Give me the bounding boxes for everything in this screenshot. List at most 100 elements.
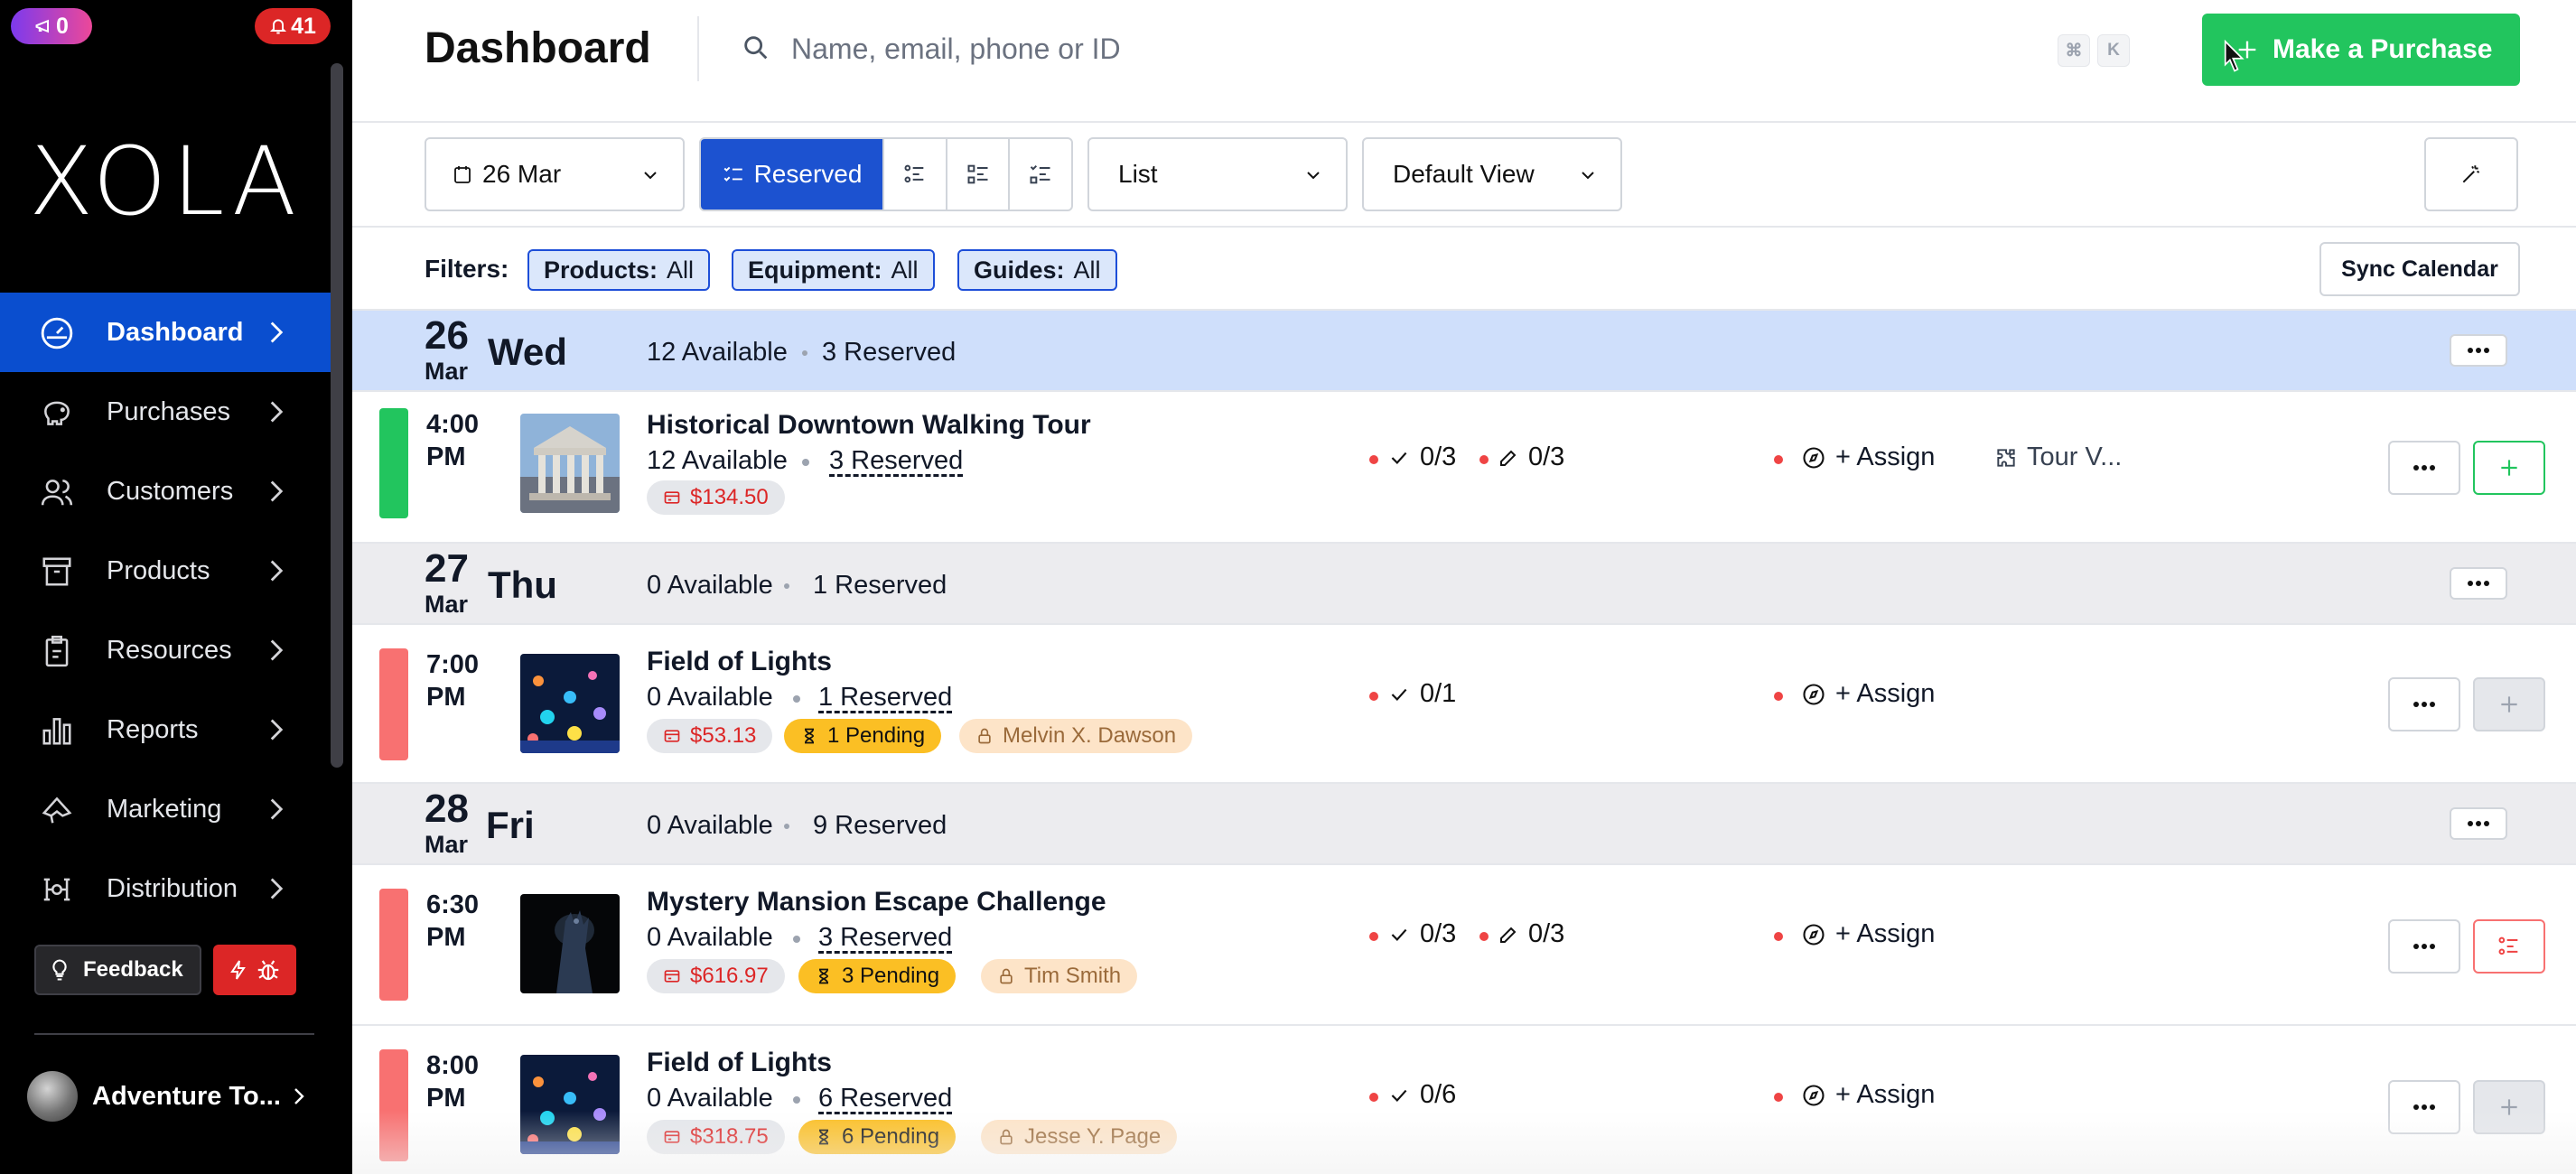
magic-wand-button[interactable] bbox=[2424, 137, 2518, 211]
hourglass-icon bbox=[818, 1129, 829, 1145]
sidebar-item-distribution[interactable]: Distribution bbox=[0, 849, 331, 928]
event-reserved-link[interactable]: 3 Reserved bbox=[818, 923, 952, 953]
sidebar-item-reports[interactable]: Reports bbox=[0, 690, 331, 769]
sidebar-item-resources[interactable]: Resources bbox=[0, 610, 331, 690]
manifest-button[interactable] bbox=[2473, 919, 2545, 974]
layout-select[interactable]: List bbox=[1087, 137, 1348, 211]
sidebar-item-label: Reports bbox=[107, 714, 199, 744]
price-badge: $616.97 bbox=[647, 959, 785, 993]
status-dot bbox=[1369, 1093, 1378, 1102]
day-more-button[interactable] bbox=[2450, 567, 2507, 600]
add-booking-button[interactable] bbox=[2473, 1080, 2545, 1134]
event-row[interactable]: 8:00 PM Field of Lights 0 Available 6 Re… bbox=[352, 1026, 2576, 1174]
more-horizontal-icon bbox=[2468, 581, 2489, 586]
sidebar-item-customers[interactable]: Customers bbox=[0, 452, 331, 531]
feedback-button[interactable]: Feedback bbox=[34, 945, 201, 995]
event-time-period: PM bbox=[426, 923, 466, 952]
account-switcher[interactable]: Adventure To... bbox=[27, 1071, 316, 1122]
checkin-count: 0/1 bbox=[1420, 679, 1457, 708]
hourglass-icon bbox=[804, 728, 815, 744]
points-badge[interactable]: 0 bbox=[11, 8, 92, 44]
filter-option-checked[interactable] bbox=[882, 139, 946, 210]
filter-chip-products[interactable]: Products: All bbox=[527, 249, 711, 291]
chevron-right-icon bbox=[270, 401, 284, 423]
filter-chip-equipment[interactable]: Equipment: All bbox=[732, 249, 935, 291]
guide-badge[interactable]: Tim Smith bbox=[981, 959, 1138, 993]
price-badge: $318.75 bbox=[647, 1120, 785, 1154]
event-thumbnail bbox=[520, 894, 620, 993]
sidebar-scrollbar[interactable] bbox=[331, 63, 343, 768]
event-thumbnail bbox=[520, 414, 620, 513]
event-available: 0 Available bbox=[647, 1084, 773, 1113]
event-title[interactable]: Field of Lights bbox=[647, 647, 832, 677]
report-bug-button[interactable] bbox=[213, 945, 296, 995]
filter-chip-name: Products: bbox=[544, 256, 658, 284]
tour-vehicle[interactable]: Tour V... bbox=[1994, 443, 2122, 472]
add-booking-button[interactable] bbox=[2473, 441, 2545, 495]
filter-chip-guides[interactable]: Guides: All bbox=[957, 249, 1117, 291]
waiver-status[interactable]: 0/3 bbox=[1498, 919, 1564, 949]
date-picker[interactable]: 26 Mar bbox=[425, 137, 685, 211]
search-icon bbox=[744, 36, 768, 60]
sidebar-item-dashboard[interactable]: Dashboard bbox=[0, 293, 331, 372]
assign-guide-button[interactable]: + Assign bbox=[1801, 679, 1935, 709]
assign-guide-button[interactable]: + Assign bbox=[1801, 1080, 1935, 1110]
sidebar-item-purchases[interactable]: Purchases bbox=[0, 372, 331, 452]
day-weekday: Fri bbox=[486, 804, 535, 846]
event-row[interactable]: 4:00 PM Historical Downtown Walking Tour… bbox=[352, 392, 2576, 544]
event-more-button[interactable] bbox=[2388, 919, 2460, 974]
notifications-badge[interactable]: 41 bbox=[255, 8, 331, 44]
saved-view-select[interactable]: Default View bbox=[1362, 137, 1622, 211]
assign-label: + Assign bbox=[1835, 679, 1936, 708]
event-row[interactable]: 7:00 PM Field of Lights 0 Available 1 Re… bbox=[352, 625, 2576, 784]
sidebar-item-label: Products bbox=[107, 555, 210, 585]
credit-card-icon bbox=[664, 491, 680, 504]
sidebar-item-marketing[interactable]: Marketing bbox=[0, 769, 331, 849]
day-more-button[interactable] bbox=[2450, 334, 2507, 367]
event-title[interactable]: Mystery Mansion Escape Challenge bbox=[647, 887, 1106, 918]
points-count: 0 bbox=[56, 13, 69, 39]
guide-badge[interactable]: Melvin X. Dawson bbox=[959, 719, 1193, 753]
make-purchase-button[interactable]: Make a Purchase bbox=[2202, 14, 2520, 86]
assign-guide-button[interactable]: + Assign bbox=[1801, 919, 1935, 949]
checkin-status[interactable]: 0/1 bbox=[1387, 679, 1456, 709]
list-check-icon bbox=[904, 164, 924, 183]
event-reserved-link[interactable]: 3 Reserved bbox=[829, 446, 963, 476]
event-more-button[interactable] bbox=[2388, 1080, 2460, 1134]
status-dot bbox=[1369, 932, 1378, 941]
day-more-button[interactable] bbox=[2450, 807, 2507, 840]
checkin-status[interactable]: 0/3 bbox=[1387, 919, 1456, 949]
sidebar-item-products[interactable]: Products bbox=[0, 531, 331, 610]
add-booking-button[interactable] bbox=[2473, 677, 2545, 731]
pending-badge[interactable]: 3 Pending bbox=[798, 959, 957, 993]
event-reserved-link[interactable]: 6 Reserved bbox=[818, 1084, 952, 1113]
assign-guide-button[interactable]: + Assign bbox=[1801, 443, 1935, 472]
event-reserved-link[interactable]: 1 Reserved bbox=[818, 683, 952, 713]
checkin-status[interactable]: 0/3 bbox=[1387, 443, 1456, 472]
event-more-button[interactable] bbox=[2388, 677, 2460, 731]
event-row[interactable]: 6:30 PM Mystery Mansion Escape Challenge… bbox=[352, 865, 2576, 1026]
credit-card-icon bbox=[664, 970, 680, 983]
event-title[interactable]: Field of Lights bbox=[647, 1048, 832, 1078]
reserved-filter-button[interactable]: Reserved bbox=[701, 139, 882, 210]
pending-badge[interactable]: 1 Pending bbox=[784, 719, 942, 753]
check-icon bbox=[1391, 928, 1407, 941]
event-more-button[interactable] bbox=[2388, 441, 2460, 495]
filter-option-tasks[interactable] bbox=[1008, 139, 1071, 210]
xola-logo[interactable]: XOLA bbox=[0, 126, 331, 237]
sync-calendar-button[interactable]: Sync Calendar bbox=[2319, 242, 2520, 296]
guide-name: Tim Smith bbox=[1024, 964, 1122, 988]
waiver-status[interactable]: 0/3 bbox=[1498, 443, 1564, 472]
pending-badge[interactable]: 6 Pending bbox=[798, 1120, 957, 1154]
more-horizontal-icon bbox=[2413, 465, 2435, 471]
filter-option-list[interactable] bbox=[945, 139, 1009, 210]
status-dot bbox=[1774, 932, 1783, 941]
checkin-status[interactable]: 0/6 bbox=[1387, 1080, 1456, 1110]
guide-badge[interactable]: Jesse Y. Page bbox=[981, 1120, 1178, 1154]
waiver-count: 0/3 bbox=[1528, 443, 1565, 471]
megaphone-icon bbox=[35, 19, 50, 33]
search-input[interactable] bbox=[791, 25, 1514, 72]
day-available: 12 Available bbox=[647, 338, 788, 367]
event-title[interactable]: Historical Downtown Walking Tour bbox=[647, 410, 1091, 441]
plus-icon bbox=[2501, 1099, 2517, 1115]
